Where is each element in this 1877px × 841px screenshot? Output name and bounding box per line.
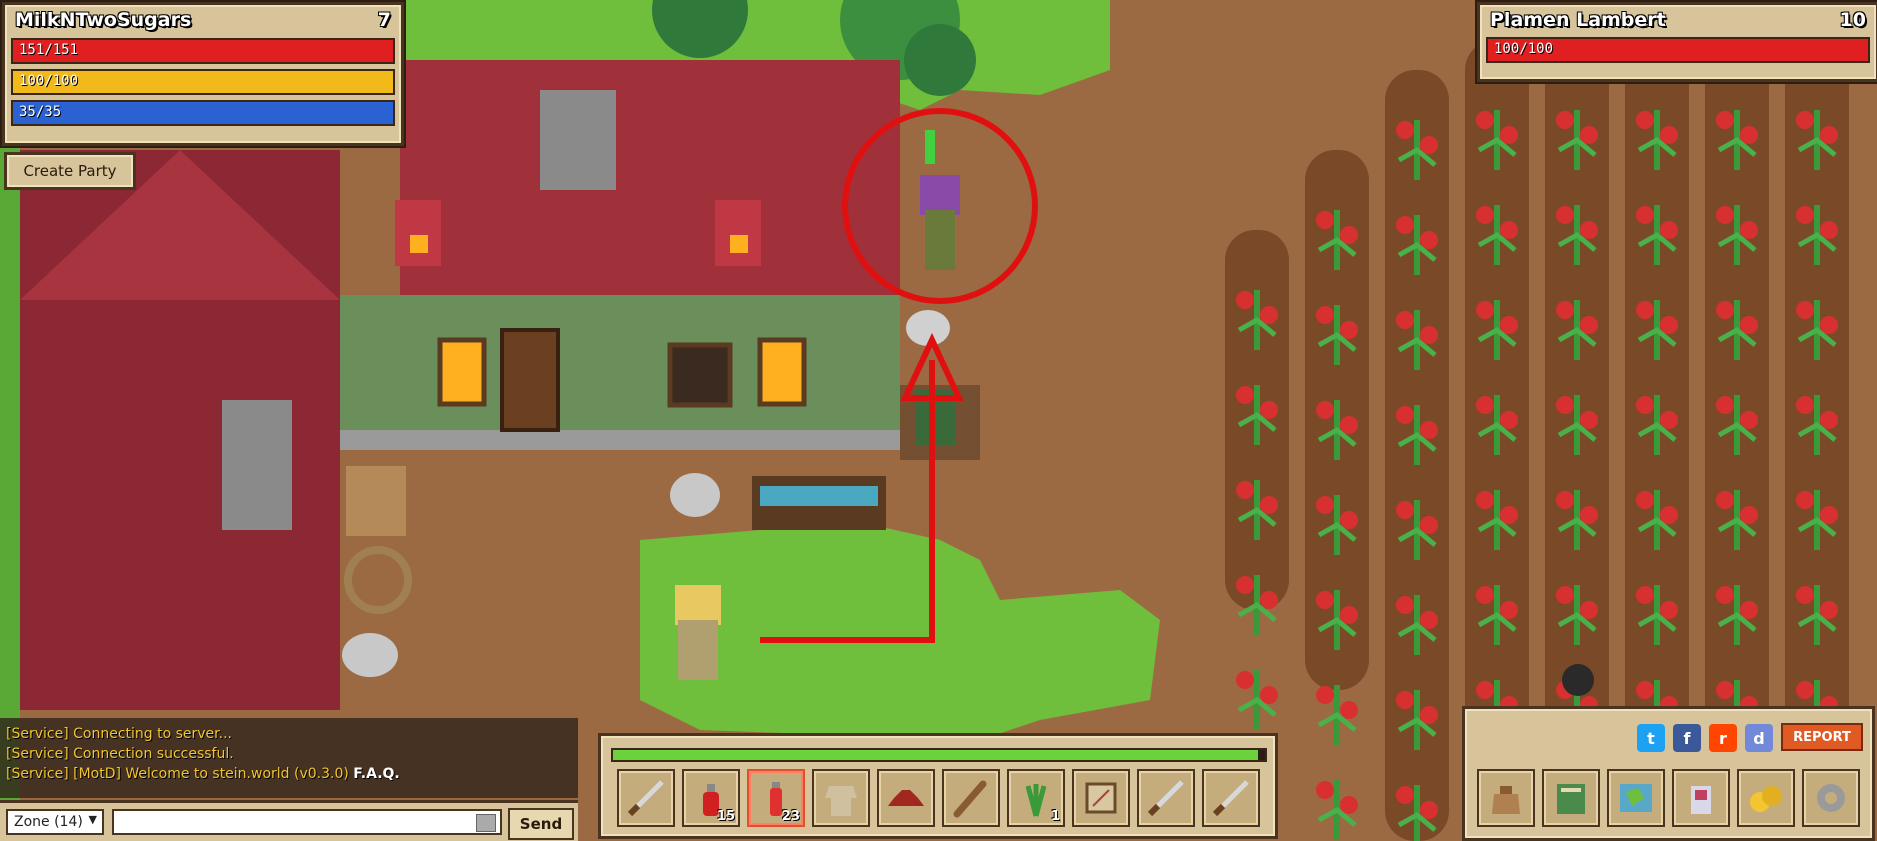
hotbar: 15 23 1 [598,733,1278,839]
world-map-icon [1620,784,1652,812]
hotbar-slot[interactable]: 15 [682,769,740,827]
chat-channel-select[interactable]: Zone (14) ▼ [6,809,104,835]
inventory-bag-button[interactable] [1477,769,1535,827]
slot-count: 1 [1050,809,1060,824]
chat-channel-value: Zone (14) [14,814,83,830]
player-level: 7 [377,9,391,31]
hotbar-slot[interactable]: 1 [1007,769,1065,827]
create-party-button[interactable]: Create Party [4,152,136,190]
stamina-text: 100/100 [19,73,79,89]
chat-log[interactable]: [Service] Connecting to server... [Servi… [0,718,578,798]
target-health-bar: 100/100 [1486,37,1870,63]
chat-message: [Service] Connecting to server... [6,726,232,742]
character-button[interactable] [1672,769,1730,827]
chat-input[interactable] [112,809,502,835]
hotbar-slot[interactable] [1137,769,1195,827]
gold-coins-button[interactable] [1737,769,1795,827]
hotbar-slot[interactable]: 23 [747,769,805,827]
health-text: 151/151 [19,42,79,58]
settings-gear-button[interactable] [1802,769,1860,827]
hotbar-slot[interactable] [942,769,1000,827]
mana-bar-fill [13,102,393,124]
villager-head[interactable] [1562,664,1594,696]
hotbar-slot[interactable] [1072,769,1130,827]
target-name: Plamen Lambert [1490,9,1666,31]
quest-book-icon [1557,784,1585,814]
report-button[interactable]: REPORT [1781,723,1863,751]
experience-bar [611,748,1267,762]
character-icon [1691,786,1711,814]
mana-bar: 35/35 [11,100,395,126]
twitter-icon[interactable]: t [1637,724,1665,752]
slot-count: 23 [781,809,800,824]
mana-text: 35/35 [19,104,62,120]
emoji-keyboard-icon[interactable] [476,814,496,832]
club-icon [953,780,987,818]
chat-message: [Service] Connection successful. [6,746,234,762]
reddit-icon[interactable]: r [1709,724,1737,752]
sword-icon [1147,780,1184,817]
inventory-bag-icon [1492,786,1520,814]
hotbar-slot[interactable] [812,769,870,827]
quest-book-button[interactable] [1542,769,1600,827]
target-frame: Plamen Lambert 10 100/100 [1477,2,1877,82]
world-map-button[interactable] [1607,769,1665,827]
hotbar-slot[interactable] [1202,769,1260,827]
hat-icon [888,790,924,806]
hotbar-slot[interactable] [617,769,675,827]
map-scroll-icon [1085,782,1117,814]
experience-bar-fill [613,750,1259,760]
player-name: MilkNTwoSugars [15,9,192,31]
hotbar-slot[interactable] [877,769,935,827]
player-character[interactable] [675,585,721,680]
settings-gear-icon [1817,784,1845,812]
chat-message-text: [Service] [MotD] Welcome to stein.world … [6,766,349,782]
player-frame: MilkNTwoSugars 7 151/151 100/100 35/35 [2,2,404,146]
send-button[interactable]: Send [508,808,574,840]
slot-count: 15 [716,809,735,824]
stamina-bar: 100/100 [11,69,395,95]
wood-pile [346,466,406,536]
chat-bar: Zone (14) ▼ Send [0,800,578,841]
facebook-icon[interactable]: f [1673,724,1701,752]
chat-message: [Service] [MotD] Welcome to stein.world … [6,764,572,784]
sword-icon [1212,780,1249,817]
menu-panel: tfrd REPORT [1462,706,1875,841]
tunic-icon [825,786,857,816]
faq-link[interactable]: F.A.Q. [353,766,399,782]
gold-coins-icon [1750,786,1782,812]
target-health-text: 100/100 [1494,41,1554,57]
rock[interactable] [670,473,720,517]
health-bar: 151/151 [11,38,395,64]
discord-icon[interactable]: d [1745,724,1773,752]
sword-icon [627,780,664,817]
chevron-down-icon: ▼ [88,813,97,826]
target-level: 10 [1839,9,1866,31]
